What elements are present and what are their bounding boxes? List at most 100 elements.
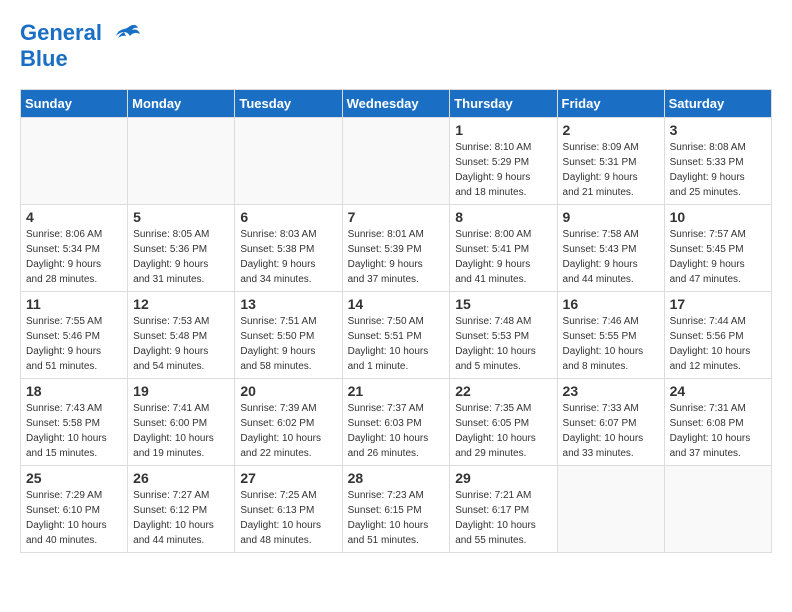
calendar-cell: 14 Sunrise: 7:50 AMSunset: 5:51 PMDayligh… [342, 291, 450, 378]
day-number: 1 [455, 122, 551, 138]
calendar-cell: 7 Sunrise: 8:01 AMSunset: 5:39 PMDaylight… [342, 204, 450, 291]
day-number: 22 [455, 383, 551, 399]
calendar-week-row: 4Sunrise: 8:06 AMSunset: 5:34 PMDaylight… [21, 204, 772, 291]
column-header-friday: Friday [557, 89, 664, 117]
day-info: Sunrise: 7:21 AMSunset: 6:17 PMDaylight:… [455, 488, 551, 548]
day-info: Sunrise: 7:37 AMSunset: 6:03 PMDaylight:… [348, 401, 445, 461]
day-number: 21 [348, 383, 445, 399]
calendar-cell: 13 Sunrise: 7:51 AMSunset: 5:50 PMDayligh… [235, 291, 342, 378]
day-info: Sunrise: 7:57 AMSunset: 5:45 PMDaylight:… [670, 227, 766, 287]
day-info: Sunrise: 7:27 AMSunset: 6:12 PMDaylight:… [133, 488, 229, 548]
calendar-cell [557, 465, 664, 552]
column-header-tuesday: Tuesday [235, 89, 342, 117]
day-number: 27 [240, 470, 336, 486]
calendar-cell: 4Sunrise: 8:06 AMSunset: 5:34 PMDaylight… [21, 204, 128, 291]
calendar-cell: 2Sunrise: 8:09 AMSunset: 5:31 PMDaylight… [557, 117, 664, 204]
day-info: Sunrise: 7:43 AMSunset: 5:58 PMDaylight:… [26, 401, 122, 461]
calendar-cell: 22 Sunrise: 7:35 AMSunset: 6:05 PMDayligh… [450, 378, 557, 465]
calendar-cell: 1 Sunrise: 8:10 AMSunset: 5:29 PMDaylight… [450, 117, 557, 204]
day-info: Sunrise: 7:23 AMSunset: 6:15 PMDaylight:… [348, 488, 445, 548]
day-number: 29 [455, 470, 551, 486]
calendar-cell: 17 Sunrise: 7:44 AMSunset: 5:56 PMDayligh… [664, 291, 771, 378]
calendar-cell: 29 Sunrise: 7:21 AMSunset: 6:17 PMDayligh… [450, 465, 557, 552]
column-header-wednesday: Wednesday [342, 89, 450, 117]
day-number: 16 [563, 296, 659, 312]
day-number: 24 [670, 383, 766, 399]
day-info: Sunrise: 7:55 AMSunset: 5:46 PMDaylight:… [26, 314, 122, 374]
logo-bird-icon [110, 22, 140, 46]
day-number: 25 [26, 470, 122, 486]
day-info: Sunrise: 7:35 AMSunset: 6:05 PMDaylight:… [455, 401, 551, 461]
day-number: 10 [670, 209, 766, 225]
calendar-cell: 24 Sunrise: 7:31 AMSunset: 6:08 PMDayligh… [664, 378, 771, 465]
day-info: Sunrise: 7:39 AMSunset: 6:02 PMDaylight:… [240, 401, 336, 461]
calendar-cell: 19 Sunrise: 7:41 AMSunset: 6:00 PMDayligh… [128, 378, 235, 465]
day-number: 3 [670, 122, 766, 138]
calendar-cell: 26Sunrise: 7:27 AMSunset: 6:12 PMDayligh… [128, 465, 235, 552]
day-number: 18 [26, 383, 122, 399]
day-info: Sunrise: 7:44 AMSunset: 5:56 PMDaylight:… [670, 314, 766, 374]
day-info: Sunrise: 7:58 AMSunset: 5:43 PMDaylight:… [563, 227, 659, 287]
day-number: 8 [455, 209, 551, 225]
day-info: Sunrise: 7:50 AMSunset: 5:51 PMDaylight:… [348, 314, 445, 374]
day-number: 6 [240, 209, 336, 225]
calendar-cell [664, 465, 771, 552]
calendar-cell: 6 Sunrise: 8:03 AMSunset: 5:38 PMDaylight… [235, 204, 342, 291]
column-header-monday: Monday [128, 89, 235, 117]
day-info: Sunrise: 7:53 AMSunset: 5:48 PMDaylight:… [133, 314, 229, 374]
calendar-header-row: SundayMondayTuesdayWednesdayThursdayFrid… [21, 89, 772, 117]
calendar-cell [21, 117, 128, 204]
calendar-cell: 5 Sunrise: 8:05 AMSunset: 5:36 PMDaylight… [128, 204, 235, 291]
calendar-cell: 27 Sunrise: 7:25 AMSunset: 6:13 PMDayligh… [235, 465, 342, 552]
calendar-cell: 12Sunrise: 7:53 AMSunset: 5:48 PMDayligh… [128, 291, 235, 378]
column-header-sunday: Sunday [21, 89, 128, 117]
day-info: Sunrise: 7:41 AMSunset: 6:00 PMDaylight:… [133, 401, 229, 461]
calendar-cell [128, 117, 235, 204]
day-number: 2 [563, 122, 659, 138]
calendar-cell: 18 Sunrise: 7:43 AMSunset: 5:58 PMDayligh… [21, 378, 128, 465]
day-info: Sunrise: 7:31 AMSunset: 6:08 PMDaylight:… [670, 401, 766, 461]
day-number: 7 [348, 209, 445, 225]
calendar-cell: 28 Sunrise: 7:23 AMSunset: 6:15 PMDayligh… [342, 465, 450, 552]
day-number: 11 [26, 296, 122, 312]
day-info: Sunrise: 7:29 AMSunset: 6:10 PMDaylight:… [26, 488, 122, 548]
day-info: Sunrise: 8:01 AMSunset: 5:39 PMDaylight:… [348, 227, 445, 287]
day-number: 15 [455, 296, 551, 312]
day-info: Sunrise: 8:05 AMSunset: 5:36 PMDaylight:… [133, 227, 229, 287]
day-info: Sunrise: 7:51 AMSunset: 5:50 PMDaylight:… [240, 314, 336, 374]
calendar-cell: 16Sunrise: 7:46 AMSunset: 5:55 PMDayligh… [557, 291, 664, 378]
logo-blue: Blue [20, 46, 140, 72]
calendar-week-row: 25 Sunrise: 7:29 AMSunset: 6:10 PMDayligh… [21, 465, 772, 552]
logo-text: General Blue [20, 20, 140, 73]
column-header-saturday: Saturday [664, 89, 771, 117]
day-number: 9 [563, 209, 659, 225]
calendar-cell: 20 Sunrise: 7:39 AMSunset: 6:02 PMDayligh… [235, 378, 342, 465]
day-info: Sunrise: 8:03 AMSunset: 5:38 PMDaylight:… [240, 227, 336, 287]
day-number: 13 [240, 296, 336, 312]
calendar-cell: 3 Sunrise: 8:08 AMSunset: 5:33 PMDaylight… [664, 117, 771, 204]
day-number: 19 [133, 383, 229, 399]
calendar-week-row: 1 Sunrise: 8:10 AMSunset: 5:29 PMDaylight… [21, 117, 772, 204]
day-number: 20 [240, 383, 336, 399]
calendar-cell: 23Sunrise: 7:33 AMSunset: 6:07 PMDayligh… [557, 378, 664, 465]
logo-general: General [20, 20, 102, 45]
day-info: Sunrise: 8:08 AMSunset: 5:33 PMDaylight:… [670, 140, 766, 200]
calendar-cell [342, 117, 450, 204]
calendar-week-row: 18 Sunrise: 7:43 AMSunset: 5:58 PMDayligh… [21, 378, 772, 465]
calendar-cell: 11 Sunrise: 7:55 AMSunset: 5:46 PMDayligh… [21, 291, 128, 378]
calendar-cell: 9 Sunrise: 7:58 AMSunset: 5:43 PMDaylight… [557, 204, 664, 291]
day-info: Sunrise: 8:10 AMSunset: 5:29 PMDaylight:… [455, 140, 551, 200]
day-number: 4 [26, 209, 122, 225]
calendar-cell: 15 Sunrise: 7:48 AMSunset: 5:53 PMDayligh… [450, 291, 557, 378]
calendar-cell [235, 117, 342, 204]
day-number: 5 [133, 209, 229, 225]
day-info: Sunrise: 7:25 AMSunset: 6:13 PMDaylight:… [240, 488, 336, 548]
calendar-table: SundayMondayTuesdayWednesdayThursdayFrid… [20, 89, 772, 553]
column-header-thursday: Thursday [450, 89, 557, 117]
calendar-cell: 21 Sunrise: 7:37 AMSunset: 6:03 PMDayligh… [342, 378, 450, 465]
day-number: 28 [348, 470, 445, 486]
day-number: 14 [348, 296, 445, 312]
day-number: 17 [670, 296, 766, 312]
day-info: Sunrise: 7:48 AMSunset: 5:53 PMDaylight:… [455, 314, 551, 374]
logo: General Blue [20, 20, 140, 73]
